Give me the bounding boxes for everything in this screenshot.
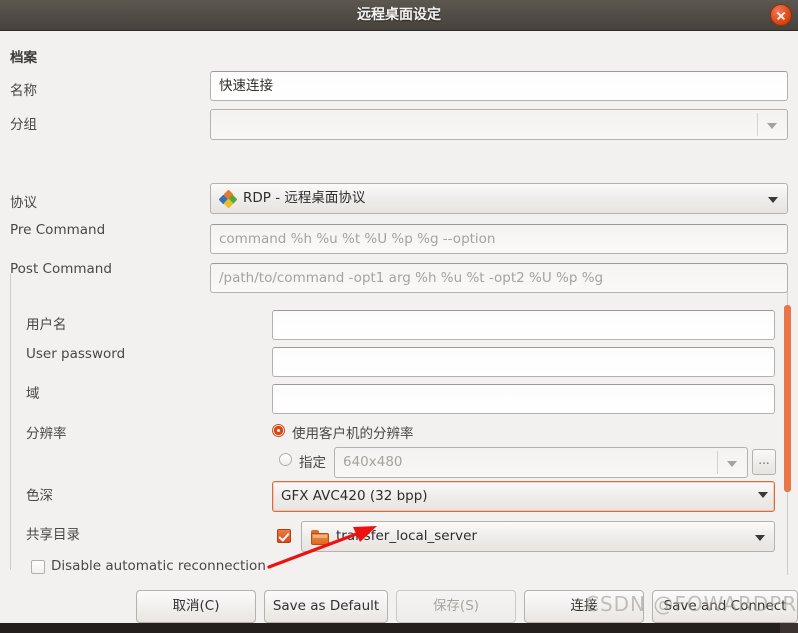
- username-input[interactable]: [272, 310, 775, 340]
- label-resolution: 分辨率: [26, 426, 67, 442]
- window-title: 远程桌面设定: [357, 7, 441, 23]
- section-title-profile: 档案: [10, 50, 37, 66]
- label-user-password: User password: [26, 346, 126, 362]
- settings-form: 档案 名称 快速连接 分组 协议 RDP - 远程桌面协议 Pre Comman…: [0, 31, 798, 576]
- resolution-custom-radio[interactable]: [279, 453, 292, 466]
- domain-input[interactable]: [272, 384, 775, 414]
- group-indent-line: [10, 274, 11, 570]
- remote-desktop-settings-dialog: 远程桌面设定 档案 名称 快速连接 分组 协议 RDP - 远程桌面协议 Pre…: [0, 0, 798, 633]
- background-window-dark-right: [780, 623, 798, 633]
- shared-folder-checkbox[interactable]: [277, 529, 291, 543]
- resolution-combobox-separator: [717, 451, 718, 474]
- chevron-down-icon: [755, 534, 765, 541]
- rdp-protocol-icon: [218, 189, 238, 209]
- label-domain: 域: [26, 386, 40, 402]
- save-button[interactable]: 保存(S): [396, 590, 516, 623]
- dialog-button-bar: 取消(C) Save as Default 保存(S) 连接 Save and …: [0, 576, 798, 623]
- user-password-input[interactable]: [272, 347, 775, 377]
- label-color-depth: 色深: [26, 488, 53, 504]
- name-input[interactable]: 快速连接: [210, 71, 788, 101]
- label-post-command: Post Command: [10, 261, 112, 277]
- chevron-down-icon: [758, 492, 768, 498]
- pre-command-input[interactable]: command %h %u %t %U %p %g --option: [210, 224, 788, 254]
- resolution-client-label: 使用客户机的分辨率: [292, 426, 414, 442]
- label-pre-command: Pre Command: [10, 222, 106, 238]
- resolution-custom-value: 640x480: [343, 454, 403, 470]
- label-name: 名称: [10, 83, 37, 99]
- label-shared-folder: 共享目录: [26, 527, 80, 543]
- label-protocol: 协议: [10, 195, 37, 211]
- background-window-strip: [0, 623, 798, 633]
- group-combobox-separator: [757, 113, 758, 136]
- resolution-client-radio[interactable]: [272, 424, 285, 437]
- resolution-custom-combobox[interactable]: 640x480: [334, 447, 748, 478]
- scrollbar-thumb[interactable]: [784, 305, 791, 492]
- chevron-down-icon: [767, 122, 777, 129]
- label-group: 分组: [10, 117, 37, 133]
- protocol-combobox[interactable]: RDP - 远程桌面协议: [210, 183, 788, 214]
- background-window-dark-left: [0, 623, 780, 633]
- group-combobox[interactable]: [210, 109, 788, 140]
- color-depth-combobox[interactable]: GFX AVC420 (32 bpp): [272, 481, 775, 512]
- cancel-button[interactable]: 取消(C): [136, 590, 256, 623]
- save-and-connect-button[interactable]: Save and Connect: [652, 590, 798, 623]
- protocol-value: RDP - 远程桌面协议: [243, 190, 366, 206]
- folder-icon: [311, 530, 329, 545]
- window-titlebar: 远程桌面设定: [0, 0, 798, 31]
- resolution-browse-button[interactable]: ...: [752, 449, 776, 475]
- connect-button[interactable]: 连接: [524, 590, 644, 623]
- disable-reconnect-label: Disable automatic reconnection: [51, 558, 266, 574]
- post-command-input[interactable]: /path/to/command -opt1 arg %h %u %t -opt…: [210, 263, 788, 293]
- resolution-custom-label: 指定: [299, 455, 326, 471]
- label-username: 用户名: [26, 317, 67, 333]
- close-icon[interactable]: [770, 4, 792, 26]
- disable-reconnect-checkbox[interactable]: [31, 560, 45, 574]
- save-as-default-button[interactable]: Save as Default: [264, 590, 388, 623]
- chevron-down-icon: [768, 196, 778, 203]
- shared-folder-value: transfer_local_server: [336, 528, 478, 544]
- chevron-down-icon: [727, 460, 737, 467]
- shared-folder-combobox[interactable]: transfer_local_server: [301, 521, 775, 552]
